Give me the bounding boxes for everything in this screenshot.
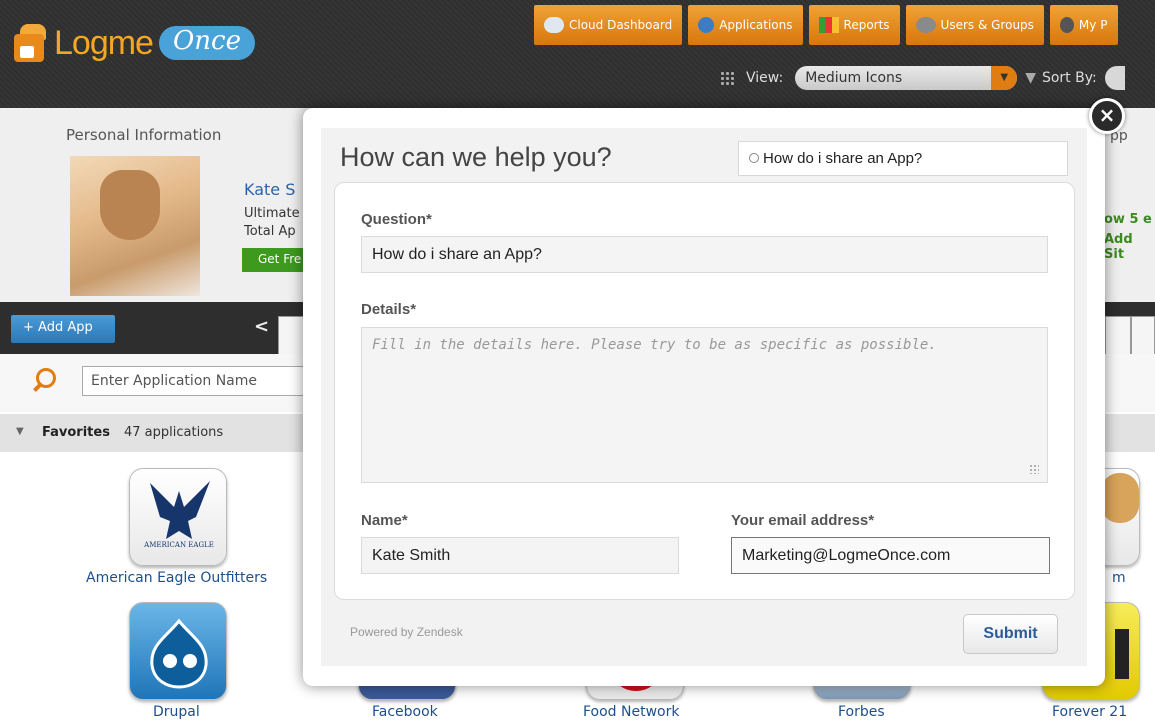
nav-applications[interactable]: Applications <box>688 5 803 45</box>
app-tile-text: AMERICAN EAGLE <box>144 541 214 549</box>
app-label[interactable]: Facebook <box>372 704 438 720</box>
logo[interactable]: Logme Once <box>10 20 255 66</box>
details-label: Details* <box>361 301 417 318</box>
app-search-input[interactable]: Enter Application Name <box>82 366 322 396</box>
globe-icon <box>698 17 715 33</box>
app-label[interactable]: m <box>1112 570 1126 586</box>
get-free-button[interactable]: Get Fre <box>242 248 308 272</box>
app-label[interactable]: Forever 21 <box>1052 704 1127 720</box>
email-input[interactable]: Marketing@LogmeOnce.com <box>731 537 1050 574</box>
app-tile-drupal[interactable] <box>129 602 227 700</box>
bar-chart-icon <box>818 17 839 33</box>
category-tab[interactable] <box>1131 316 1155 354</box>
app-label[interactable]: Drupal <box>153 704 200 720</box>
nav-reports[interactable]: Reports <box>808 5 900 45</box>
cloud-icon <box>544 17 564 33</box>
name-input[interactable]: Kate Smith <box>361 537 679 574</box>
users-icon <box>915 17 936 33</box>
close-icon[interactable]: × <box>1089 98 1125 134</box>
collapse-arrow-icon[interactable]: ▼ <box>16 426 24 437</box>
nav-my-profile[interactable]: My P <box>1049 5 1118 45</box>
app-label[interactable]: Food Network <box>583 704 679 720</box>
grid-icon <box>720 71 736 85</box>
view-select-value: Medium Icons <box>805 70 903 86</box>
email-label: Your email address* <box>731 512 875 529</box>
nav-label: My P <box>1078 18 1108 32</box>
resize-grip-icon[interactable] <box>1029 464 1039 474</box>
chevron-down-icon[interactable]: ▼ <box>991 66 1018 90</box>
chevron-left-icon[interactable]: < <box>254 316 269 337</box>
question-input[interactable]: How do i share an App? <box>361 236 1048 273</box>
help-search-value: How do i share an App? <box>763 150 923 167</box>
user-icon <box>1059 17 1074 33</box>
main-nav: Cloud Dashboard Applications Reports Use… <box>534 5 1118 45</box>
details-placeholder: Fill in the details here. Please try to … <box>372 337 937 353</box>
nav-users-groups[interactable]: Users & Groups <box>905 5 1044 45</box>
app-label[interactable]: Forbes <box>838 704 885 720</box>
help-title: How can we help you? <box>340 142 612 172</box>
powered-by-zendesk[interactable]: Powered by Zendesk <box>350 625 463 639</box>
favorites-count: 47 applications <box>124 425 224 440</box>
question-label: Question* <box>361 211 432 228</box>
right-promo-line1: ow 5 e <box>1104 212 1152 227</box>
mascot-icon <box>1101 473 1139 523</box>
lock-logo-icon <box>10 20 54 66</box>
submit-button[interactable]: Submit <box>963 614 1058 654</box>
nav-label: Reports <box>843 18 890 32</box>
logo-text: Logme <box>54 23 154 62</box>
category-tab[interactable] <box>1105 316 1131 354</box>
app-label[interactable]: American Eagle Outfitters <box>86 570 267 586</box>
nav-cloud-dashboard[interactable]: Cloud Dashboard <box>534 5 683 45</box>
eagle-icon <box>150 481 210 539</box>
top-bar: Logme Once Cloud Dashboard Applications … <box>0 0 1155 108</box>
view-select[interactable]: Medium Icons ▼ <box>795 66 1018 90</box>
favorites-title: Favorites <box>42 425 110 440</box>
sort-select[interactable] <box>1104 66 1125 90</box>
personal-info-title: Personal Information <box>66 126 222 144</box>
user-name[interactable]: Kate S <box>244 180 295 199</box>
user-total-apps: Total Ap <box>244 224 296 239</box>
logo-cloud-text: Once <box>158 26 255 60</box>
user-plan: Ultimate <box>244 206 300 221</box>
avatar <box>70 156 200 296</box>
nav-label: Users & Groups <box>940 18 1034 32</box>
search-icon <box>36 368 56 388</box>
right-promo-line2[interactable]: Add Sit <box>1104 232 1155 262</box>
nav-label: Cloud Dashboard <box>569 18 673 32</box>
search-icon <box>749 153 759 163</box>
drupal-icon <box>150 618 208 689</box>
app-tile-american-eagle[interactable]: AMERICAN EAGLE <box>129 468 227 566</box>
name-label: Name* <box>361 512 408 529</box>
forever21-icon <box>1115 629 1129 679</box>
sort-label: Sort By: <box>1041 70 1097 86</box>
nav-label: Applications <box>719 18 793 32</box>
add-app-button[interactable]: + Add App <box>11 315 115 343</box>
view-label: View: <box>746 70 784 86</box>
help-search-input[interactable]: How do i share an App? <box>738 141 1068 176</box>
view-bar: View: Medium Icons ▼ ▼ Sort By: <box>720 66 1125 90</box>
details-textarea[interactable]: Fill in the details here. Please try to … <box>361 327 1048 483</box>
filter-icon[interactable]: ▼ <box>1025 70 1036 86</box>
